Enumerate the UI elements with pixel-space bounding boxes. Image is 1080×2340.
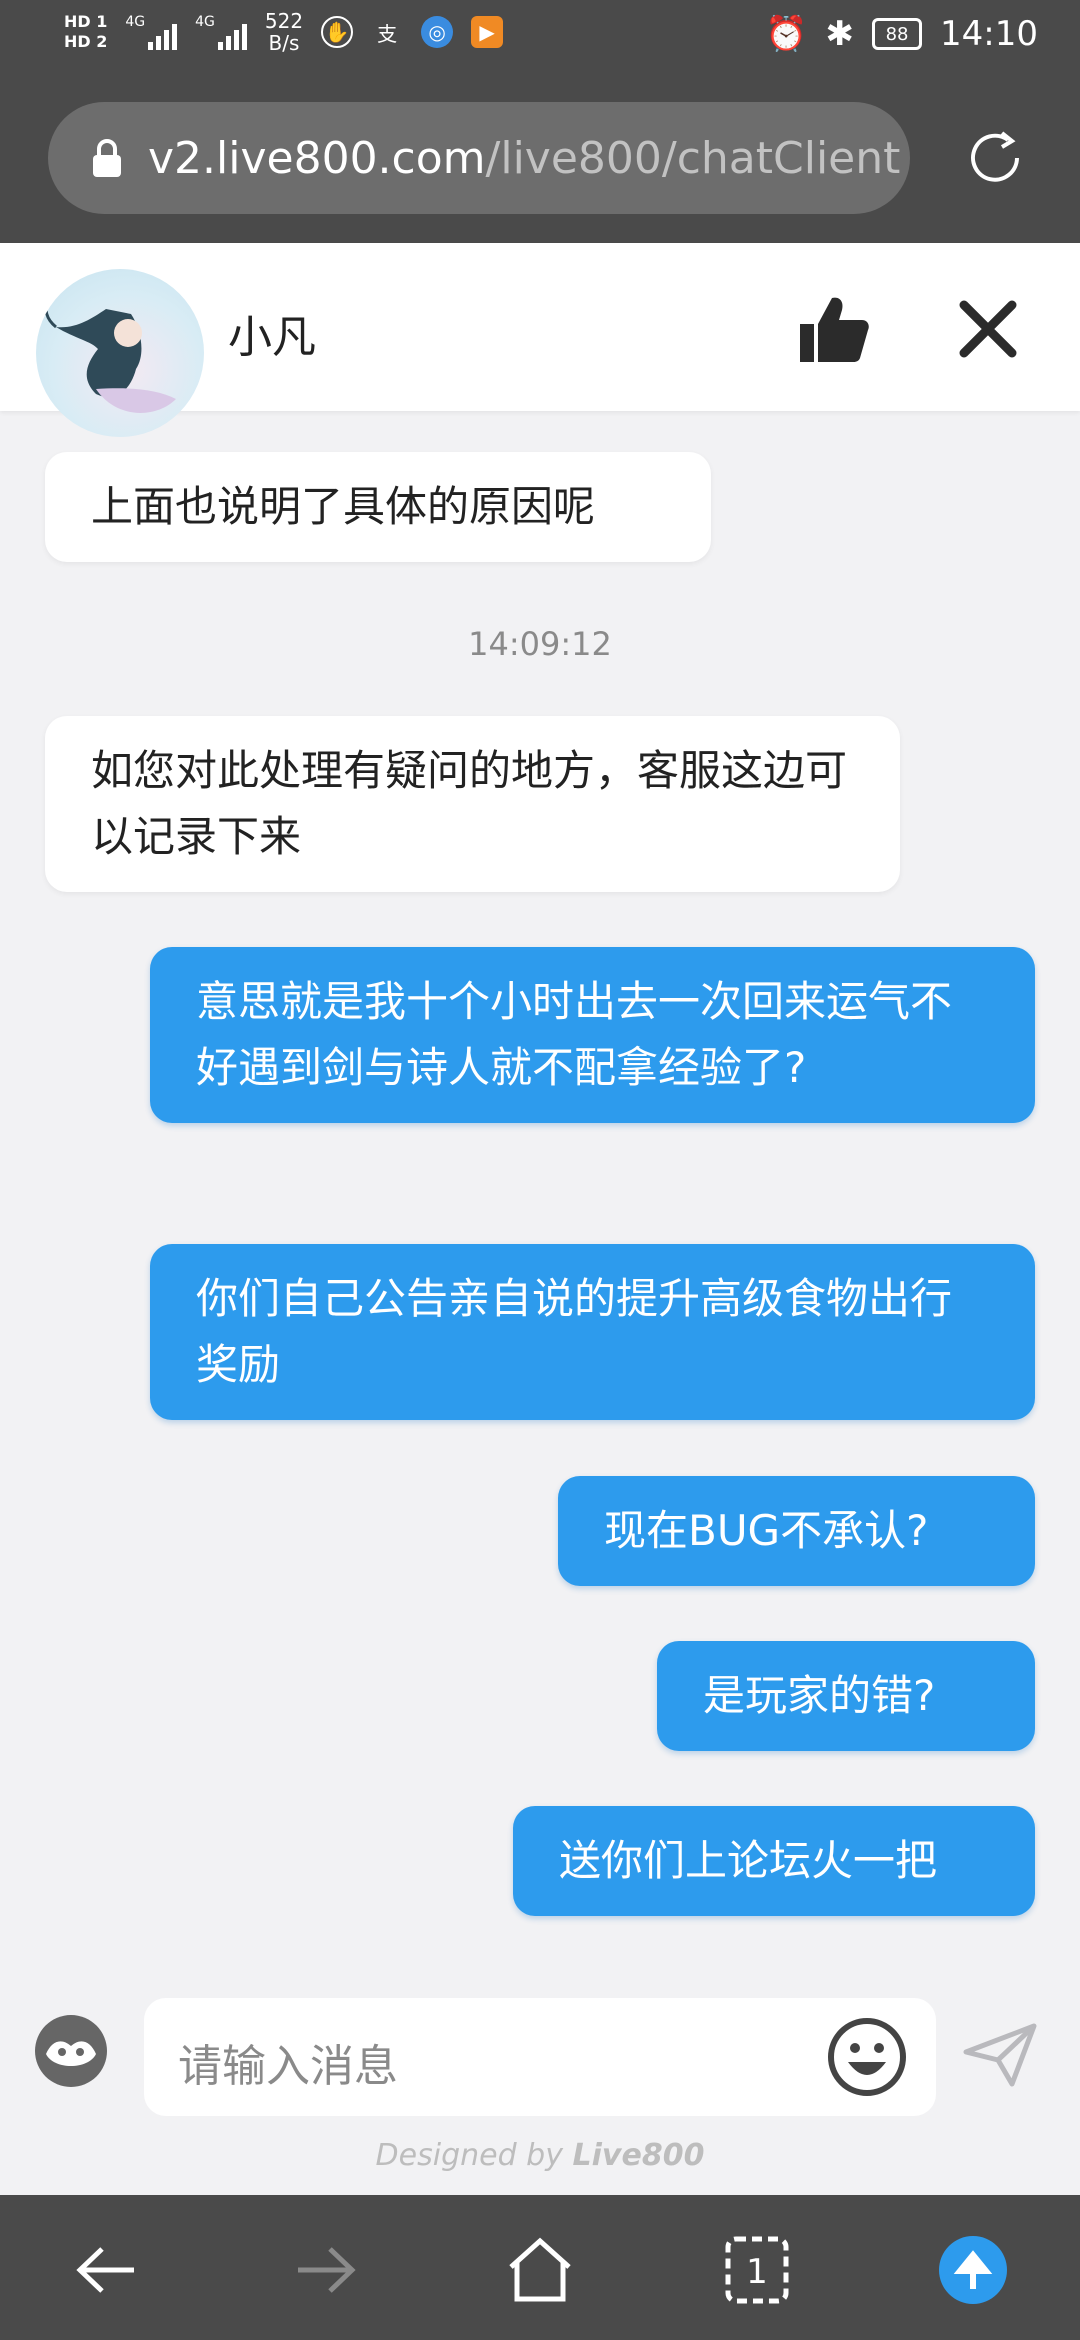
browser-url-bar: v2.live800.com/live800/chatClient xyxy=(0,75,1080,243)
hd-2-label: HD 2 xyxy=(64,32,108,51)
user-message: 意思就是我十个小时出去一次回来运气不好遇到剑与诗人就不配拿经验了? xyxy=(150,947,1035,1123)
url-text: v2.live800.com/live800/chatClient xyxy=(148,133,900,184)
hd-1-label: HD 1 xyxy=(64,12,108,31)
forward-arrow-icon[interactable] xyxy=(290,2235,360,2305)
input-placeholder: 请输入消息 xyxy=(178,2041,398,2092)
back-arrow-icon[interactable] xyxy=(72,2235,142,2305)
status-bar: HD 1 HD 2 4G 4G 522 B/s ✋ 支 ◎ ▶ ⏰ ✱ 88 1… xyxy=(0,0,1080,75)
url-domain: v2.live800.com xyxy=(148,132,486,184)
net-speed: 522 B/s xyxy=(265,10,303,54)
message-timestamp: 14:09:12 xyxy=(468,625,612,663)
tab-count: 1 xyxy=(746,2252,768,2292)
net-type-label-2: 4G xyxy=(195,14,215,30)
browser-nav-bar: 1 xyxy=(0,2195,1080,2340)
message-composer: 请输入消息 Designed by Live800 xyxy=(0,1980,1080,2190)
clock: 14:10 xyxy=(940,14,1038,54)
video-app-icon: ▶ xyxy=(471,16,504,48)
thumbs-up-icon[interactable] xyxy=(794,288,874,368)
credit-prefix: Designed by xyxy=(375,2138,563,2173)
url-path: /live800/chatClient xyxy=(485,132,901,184)
credit-brand: Live800 xyxy=(572,2138,705,2173)
message-input[interactable]: 请输入消息 xyxy=(144,1998,936,2116)
browser-app-icon: ◎ xyxy=(421,16,454,48)
send-icon[interactable] xyxy=(960,2020,1040,2090)
close-icon[interactable] xyxy=(954,295,1022,363)
lock-icon xyxy=(90,138,124,178)
agent-message: 如您对此处理有疑问的地方，客服这边可以记录下来 xyxy=(45,716,900,892)
emoji-icon[interactable] xyxy=(826,2016,908,2098)
avatar xyxy=(36,269,204,437)
status-left: HD 1 HD 2 4G 4G 522 B/s ✋ 支 ◎ ▶ xyxy=(64,10,504,54)
battery-level: 88 xyxy=(885,23,909,45)
net-speed-unit: B/s xyxy=(268,31,300,55)
home-icon[interactable] xyxy=(505,2235,575,2305)
user-message: 送你们上论坛火一把 xyxy=(513,1806,1035,1916)
net-speed-value: 522 xyxy=(264,9,304,33)
chat-header: 小凡 xyxy=(0,243,1080,437)
signal-icon-2: 4G xyxy=(195,14,247,50)
robot-service-icon[interactable] xyxy=(32,2012,110,2090)
user-message: 你们自己公告亲自说的提升高级食物出行奖励 xyxy=(150,1244,1035,1420)
designed-by-credit: Designed by Live800 xyxy=(0,2138,1080,2173)
agent-name: 小凡 xyxy=(228,312,316,363)
bluetooth-icon: ✱ xyxy=(825,14,855,54)
battery-icon: 88 xyxy=(872,18,923,50)
alipay-icon: 支 xyxy=(377,21,398,46)
alarm-icon: ⏰ xyxy=(765,14,808,54)
signal-icon: 4G xyxy=(125,14,178,50)
user-message: 现在BUG不承认? xyxy=(558,1476,1035,1586)
user-message: 是玩家的错? xyxy=(657,1641,1035,1751)
upload-arrow-icon[interactable] xyxy=(938,2235,1008,2305)
status-right: ⏰ ✱ 88 14:10 xyxy=(765,14,1038,54)
hand-app-icon: ✋ xyxy=(321,16,354,48)
hd-indicator: HD 1 HD 2 xyxy=(64,12,107,52)
address-field[interactable]: v2.live800.com/live800/chatClient xyxy=(48,102,910,214)
net-type-label: 4G xyxy=(125,14,146,30)
tabs-icon[interactable]: 1 xyxy=(722,2235,792,2305)
reload-icon[interactable] xyxy=(962,125,1028,191)
agent-message: 上面也说明了具体的原因呢 xyxy=(45,452,711,562)
